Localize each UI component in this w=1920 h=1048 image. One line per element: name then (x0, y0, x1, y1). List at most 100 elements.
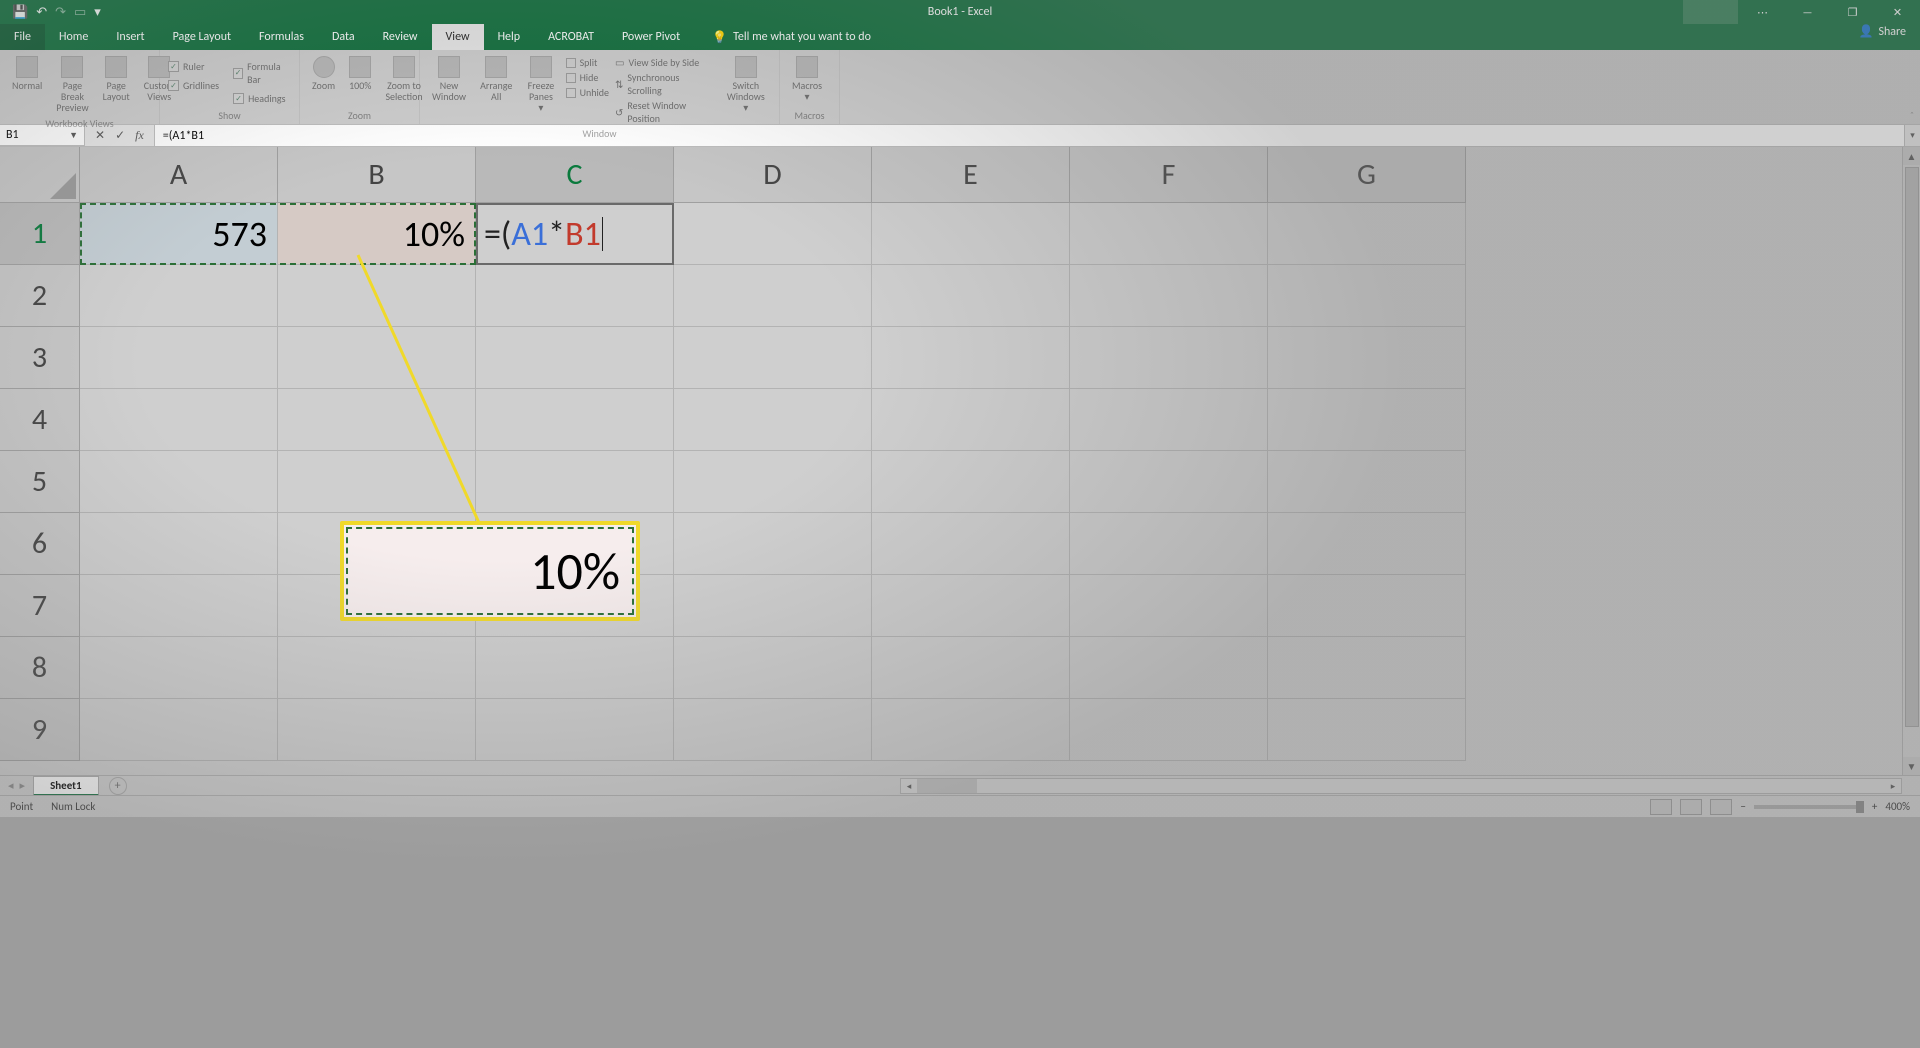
close-button[interactable]: ✕ (1875, 0, 1920, 24)
new-window-button[interactable]: New Window (428, 54, 470, 104)
row-header-5[interactable]: 5 (0, 451, 80, 513)
formula-cancel-icon[interactable]: ✕ (95, 128, 105, 143)
cell[interactable] (872, 699, 1070, 761)
col-header-E[interactable]: E (872, 147, 1070, 203)
page-layout-view-button[interactable]: Page Layout (99, 54, 134, 104)
tab-power-pivot[interactable]: Power Pivot (608, 24, 694, 50)
ruler-checkbox[interactable]: ✓Ruler (168, 60, 219, 73)
cell[interactable] (1268, 513, 1466, 575)
cell[interactable] (1070, 451, 1268, 513)
tab-help[interactable]: Help (484, 24, 535, 50)
cell[interactable] (278, 265, 476, 327)
formula-enter-icon[interactable]: ✓ (115, 128, 125, 143)
cell[interactable] (872, 389, 1070, 451)
switch-windows-button[interactable]: Switch Windows ▾ (721, 54, 771, 115)
col-header-D[interactable]: D (674, 147, 872, 203)
qat-more-icon[interactable]: ▾ (94, 5, 101, 20)
maximize-button[interactable]: ❐ (1830, 0, 1875, 24)
account-block[interactable] (1683, 0, 1738, 24)
scroll-down-icon[interactable]: ▼ (1903, 757, 1920, 775)
cell[interactable] (80, 699, 278, 761)
arrange-all-button[interactable]: Arrange All (476, 54, 516, 104)
undo-icon[interactable]: ↶ (36, 5, 47, 20)
cell[interactable] (1070, 513, 1268, 575)
cell-C1[interactable]: =(A1*B1 (476, 203, 674, 265)
cell[interactable] (674, 513, 872, 575)
zoom-value[interactable]: 400% (1885, 800, 1910, 813)
cell[interactable] (674, 389, 872, 451)
page-break-preview-button[interactable]: Page Break Preview (52, 54, 92, 115)
cell[interactable] (278, 327, 476, 389)
tab-data[interactable]: Data (318, 24, 369, 50)
reset-window-position-button[interactable]: ↺ Reset Window Position (615, 99, 715, 125)
vertical-scrollbar[interactable]: ▲ ▼ (1902, 147, 1920, 775)
minimize-button[interactable]: — (1785, 0, 1830, 24)
cell-E1[interactable] (872, 203, 1070, 265)
cell-F1[interactable] (1070, 203, 1268, 265)
unhide-button[interactable]: Unhide (566, 86, 609, 99)
cell[interactable] (1070, 265, 1268, 327)
insert-function-icon[interactable]: fx (135, 128, 144, 143)
cell[interactable] (278, 451, 476, 513)
cell[interactable] (80, 389, 278, 451)
cell[interactable] (80, 327, 278, 389)
save-icon[interactable]: 💾 (12, 5, 28, 20)
zoom-slider[interactable] (1754, 805, 1864, 809)
cell[interactable] (80, 513, 278, 575)
tab-formulas[interactable]: Formulas (245, 24, 318, 50)
cell[interactable] (476, 389, 674, 451)
cell[interactable] (476, 699, 674, 761)
tab-view[interactable]: View (432, 24, 484, 50)
row-header-8[interactable]: 8 (0, 637, 80, 699)
cell-A1[interactable]: 573 (80, 203, 278, 265)
name-box-dropdown-icon[interactable]: ▼ (69, 130, 78, 141)
normal-view-button[interactable]: Normal (8, 54, 46, 93)
tab-acrobat[interactable]: ACROBAT (534, 24, 608, 50)
cell-D1[interactable] (674, 203, 872, 265)
cell[interactable] (674, 265, 872, 327)
cell[interactable] (1268, 699, 1466, 761)
view-side-by-side-button[interactable]: ▭ View Side by Side (615, 56, 715, 69)
hscroll-left-icon[interactable]: ◂ (901, 781, 917, 792)
tell-me-search[interactable]: 💡 Tell me what you want to do (694, 24, 871, 50)
cell[interactable] (278, 389, 476, 451)
tab-file[interactable]: File (0, 24, 45, 50)
cell[interactable] (80, 265, 278, 327)
zoom-in-icon[interactable]: + (1872, 800, 1877, 813)
freeze-panes-button[interactable]: Freeze Panes ▾ (522, 54, 559, 115)
sheet-nav-right-icon[interactable]: ▸ (20, 779, 26, 792)
select-all-corner[interactable] (0, 147, 80, 203)
zoom-out-icon[interactable]: − (1740, 800, 1745, 813)
zoom-100-button[interactable]: 100% (345, 54, 375, 93)
hscroll-right-icon[interactable]: ▸ (1885, 781, 1901, 792)
cell[interactable] (278, 637, 476, 699)
row-header-2[interactable]: 2 (0, 265, 80, 327)
row-header-6[interactable]: 6 (0, 513, 80, 575)
cell[interactable] (1268, 451, 1466, 513)
touch-mode-icon[interactable]: ▭ (74, 5, 86, 20)
row-header-9[interactable]: 9 (0, 699, 80, 761)
cell[interactable] (1070, 637, 1268, 699)
cell[interactable] (80, 451, 278, 513)
cell[interactable] (674, 637, 872, 699)
cell[interactable] (80, 575, 278, 637)
zoom-button[interactable]: Zoom (308, 54, 339, 93)
formula-bar-checkbox[interactable]: ✓Formula Bar (233, 60, 291, 86)
col-header-F[interactable]: F (1070, 147, 1268, 203)
cell-G1[interactable] (1268, 203, 1466, 265)
tab-insert[interactable]: Insert (102, 24, 158, 50)
cell[interactable] (1070, 575, 1268, 637)
cells-area[interactable]: 573 10% =(A1*B1 (80, 203, 1902, 775)
cell[interactable] (476, 451, 674, 513)
cell[interactable] (674, 327, 872, 389)
synchronous-scrolling-button[interactable]: ⇅ Synchronous Scrolling (615, 71, 715, 97)
tab-home[interactable]: Home (45, 24, 102, 50)
cell[interactable] (278, 699, 476, 761)
scroll-thumb[interactable] (1905, 167, 1919, 727)
horizontal-scrollbar[interactable]: ◂ ▸ (900, 778, 1902, 794)
collapse-ribbon-icon[interactable]: ˆ (1910, 109, 1914, 122)
cell[interactable] (674, 575, 872, 637)
hide-button[interactable]: Hide (566, 71, 609, 84)
row-header-4[interactable]: 4 (0, 389, 80, 451)
normal-view-icon[interactable] (1650, 799, 1672, 815)
